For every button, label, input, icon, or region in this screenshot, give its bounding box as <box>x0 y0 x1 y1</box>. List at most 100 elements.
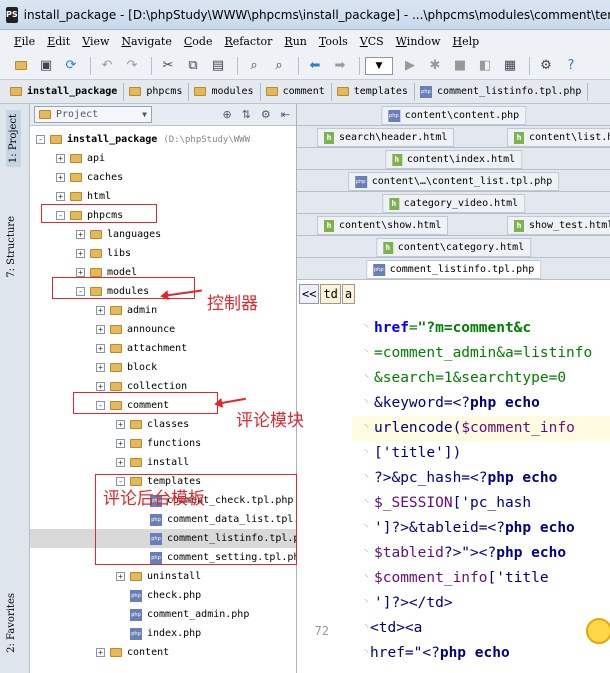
expand-icon[interactable]: + <box>56 173 65 182</box>
nav-back-button[interactable]: << <box>299 284 320 304</box>
editor-tab[interactable]: h content\category.html <box>375 238 532 257</box>
breadcrumb-item[interactable]: templates <box>335 82 415 101</box>
menu-edit[interactable]: Edit <box>47 35 70 48</box>
code-line[interactable]: ⸌ href="<?php echo <box>352 641 610 666</box>
code-line[interactable]: ⸌ $_SESSION['pc_hash <box>352 491 610 516</box>
menu-refactor[interactable]: Refactor <box>224 35 272 48</box>
tab-project[interactable]: 1: Project <box>6 110 21 168</box>
breadcrumb-item[interactable]: modules <box>192 82 261 101</box>
code-line[interactable]: ⸌ =comment_admin&a=listinfo <box>352 341 610 366</box>
replace-icon[interactable]: ⌕ <box>268 56 290 76</box>
tag-crumb[interactable]: a <box>341 284 356 304</box>
tree-item[interactable]: + caches <box>30 168 296 187</box>
breadcrumb-item[interactable]: php comment_listinfo.tpl.php <box>418 82 589 101</box>
tab-favorites[interactable]: 2: Favorites <box>6 593 17 653</box>
undo-icon[interactable]: ↶ <box>96 56 118 76</box>
code-line[interactable]: ⸌ ']?></td> <box>352 591 610 616</box>
menu-help[interactable]: Help <box>452 35 479 48</box>
tag-crumb[interactable]: td <box>320 284 341 304</box>
tree-item[interactable]: + install <box>30 453 296 472</box>
editor-tab[interactable]: php content\content.php <box>380 106 527 125</box>
tree-item[interactable]: + libs <box>30 244 296 263</box>
open-folder-icon[interactable] <box>10 56 32 76</box>
expand-icon[interactable]: + <box>76 268 85 277</box>
tree-item[interactable]: + content <box>30 643 296 662</box>
code-line[interactable]: ⸌ <td><a <box>352 616 610 641</box>
expand-icon[interactable]: + <box>96 648 105 657</box>
code-line[interactable]: ⸌ urlencode($comment_info <box>352 416 610 441</box>
tree-item[interactable]: + block <box>30 358 296 377</box>
expand-icon[interactable]: + <box>96 382 105 391</box>
tree-item[interactable]: + announce <box>30 320 296 339</box>
code-line[interactable]: ⸌ ?>&pc_hash=<?php echo <box>352 466 610 491</box>
code-line[interactable]: ⸌ ['title']) <box>352 441 610 466</box>
code-line[interactable]: ⸌ &search=1&searchtype=0 <box>352 366 610 391</box>
expand-icon[interactable]: + <box>116 458 125 467</box>
project-view-selector[interactable]: Project ▼ <box>34 106 152 123</box>
editor-tab[interactable]: h search\header.html <box>317 128 455 147</box>
expand-icon[interactable]: + <box>56 154 65 163</box>
tree-item[interactable]: + attachment <box>30 339 296 358</box>
run-config-dropdown[interactable]: ▼ <box>365 56 393 75</box>
menu-window[interactable]: Window <box>396 35 441 48</box>
breadcrumb-item[interactable]: comment <box>264 82 332 101</box>
collapse-icon[interactable]: ⇅ <box>242 108 251 121</box>
paste-icon[interactable]: ▤ <box>207 56 229 76</box>
editor-tab[interactable]: php comment_listinfo.tpl.php <box>365 260 542 279</box>
copy-icon[interactable]: ⧉ <box>182 56 204 76</box>
editor-tab[interactable]: h show_test.html <box>507 216 610 235</box>
expand-icon[interactable]: + <box>96 325 105 334</box>
menu-vcs[interactable]: VCS <box>360 35 384 48</box>
tree-item[interactable]: php index.php <box>30 624 296 643</box>
gear-icon[interactable]: ⚙ <box>261 108 271 121</box>
code-line[interactable]: ⸌ &keyword=<?php echo <box>352 391 610 416</box>
tree-item[interactable]: + functions <box>30 434 296 453</box>
breadcrumb-item[interactable]: install_package <box>8 82 125 101</box>
expand-icon[interactable]: + <box>96 363 105 372</box>
menu-file[interactable]: File <box>14 35 35 48</box>
menu-code[interactable]: Code <box>184 35 213 48</box>
find-icon[interactable]: ⌕ <box>243 56 265 76</box>
expand-icon[interactable]: + <box>116 572 125 581</box>
code-area[interactable]: ⸌ href="?m=comment&c ⸌ =comment_admin&a=lis… <box>352 316 610 666</box>
editor-tab[interactable]: php content\…\content_list.tpl.php <box>347 172 560 191</box>
redo-icon[interactable]: ↷ <box>121 56 143 76</box>
menu-view[interactable]: View <box>82 35 109 48</box>
menu-navigate[interactable]: Navigate <box>121 35 171 48</box>
forward-icon[interactable]: ➡ <box>329 56 351 76</box>
expand-icon[interactable]: + <box>116 420 125 429</box>
expand-icon[interactable]: + <box>76 249 85 258</box>
breadcrumb-item[interactable]: phpcms <box>127 82 190 101</box>
tree-item[interactable]: + uninstall <box>30 567 296 586</box>
editor-tab[interactable]: h content\index.html <box>384 150 523 169</box>
menu-run[interactable]: Run <box>284 35 306 48</box>
debug-icon[interactable]: ✱ <box>424 56 446 76</box>
expand-icon[interactable]: + <box>116 439 125 448</box>
menu-tools[interactable]: Tools <box>319 35 348 48</box>
help-icon[interactable]: ? <box>560 56 582 76</box>
expand-icon[interactable]: + <box>76 230 85 239</box>
back-icon[interactable]: ⬅ <box>304 56 326 76</box>
coverage-icon[interactable]: ◧ <box>474 56 496 76</box>
editor-tab[interactable]: h content\show.html <box>317 216 449 235</box>
expand-icon[interactable]: + <box>56 192 65 201</box>
tree-root[interactable]: - install_package (D:\phpStudy\WWW <box>30 130 296 149</box>
code-line[interactable]: ⸌ ']?>&tableid=<?php echo <box>352 516 610 541</box>
tree-item[interactable]: + api <box>30 149 296 168</box>
tree-item[interactable]: php comment_admin.php <box>30 605 296 624</box>
hide-icon[interactable]: ⇤ <box>281 108 290 121</box>
editor-tab[interactable]: h category_video.html <box>381 194 526 213</box>
stop-icon[interactable]: ■ <box>449 56 471 76</box>
tree-item[interactable]: + languages <box>30 225 296 244</box>
locate-icon[interactable]: ⊕ <box>222 108 231 121</box>
cut-icon[interactable]: ✂ <box>157 56 179 76</box>
tree-item[interactable]: php check.php <box>30 586 296 605</box>
run-icon[interactable]: ▶ <box>399 56 421 76</box>
save-icon[interactable]: ▣ <box>35 56 57 76</box>
editor-tab[interactable]: h content\list.html <box>507 128 610 147</box>
chat-bubble-icon[interactable] <box>586 618 610 644</box>
vcs-icon[interactable]: ▦ <box>499 56 521 76</box>
sync-icon[interactable]: ⟳ <box>60 56 82 76</box>
tab-structure[interactable]: 7: Structure <box>6 216 17 278</box>
code-line[interactable]: ⸌ href="?m=comment&c <box>352 316 610 341</box>
